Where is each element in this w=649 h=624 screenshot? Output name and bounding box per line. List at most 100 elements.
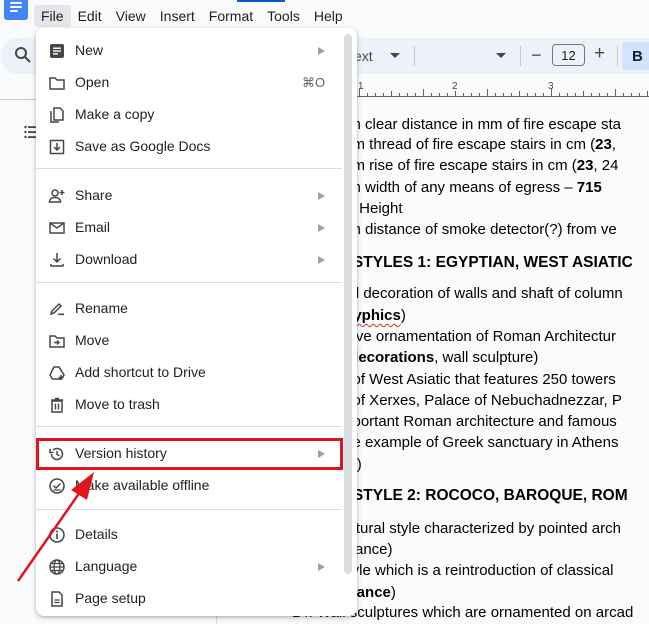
document-line[interactable]: e of Xerxes, Palace of Nebuchadnezzar, P <box>340 391 622 411</box>
menu-item-make-copy[interactable]: Make a copy <box>36 99 336 131</box>
menu-item-add-shortcut[interactable]: Add shortcut to Drive <box>36 357 336 389</box>
menu-item-version-history[interactable]: Version history <box>36 438 336 470</box>
text-run: ) <box>356 456 362 473</box>
text-run: ıum thread of fire escape stairs in cm ( <box>340 136 596 153</box>
text-run: e of Xerxes, Palace of Nebuchadnezzar, P <box>340 392 622 409</box>
person-add-icon <box>48 189 65 203</box>
document-line[interactable]: › decorations, wall sculpture) <box>340 348 538 368</box>
menu-separator <box>36 282 342 283</box>
text-run: mportant Roman architecture and famous <box>340 413 617 430</box>
folder-icon <box>49 77 65 90</box>
menu-item-label: New <box>75 42 104 58</box>
text-run: ) <box>400 307 406 324</box>
menu-item-email[interactable]: Email <box>36 212 336 244</box>
menu-item-language[interactable]: Language <box>36 551 336 583</box>
history-icon <box>49 447 64 461</box>
trash-icon <box>51 397 63 413</box>
document-line[interactable]: ıum rise of fire escape stairs in cm (23… <box>340 156 618 176</box>
text-run: _ STYLES 1: EGYPTIAN, WEST ASIATIC <box>340 254 633 271</box>
menu-item-label: Share <box>75 187 113 203</box>
text-run: _ STYLE 2: ROCOCO, BAROQUE, ROM <box>340 487 628 504</box>
menu-item-share[interactable]: Share <box>36 180 336 212</box>
submenu-arrow-icon <box>318 192 325 200</box>
text-run: , wall sculpture) <box>434 349 539 366</box>
menu-scrollbar[interactable] <box>344 34 352 574</box>
menu-item-label: Move to trash <box>75 396 160 412</box>
submenu-arrow-icon <box>318 450 325 458</box>
document-heading[interactable]: _ STYLE 2: ROCOCO, BAROQUE, ROM <box>340 486 628 506</box>
menu-item-rename[interactable]: Rename <box>36 293 336 325</box>
document-line[interactable]: e of West Asiatic that features 250 towe… <box>340 370 616 390</box>
text-run: ectural style characterized by pointed a… <box>340 520 621 537</box>
shortcut-hint: ⌘O <box>302 75 326 90</box>
text-run: ɔal decoration of walls and shaft of col… <box>340 285 623 302</box>
file-menu: New Open ⌘O Make a copy Save as Google D… <box>36 28 357 616</box>
document-line[interactable]: um width of any means of egress – 715 <box>340 178 602 198</box>
text-run: , <box>611 136 616 153</box>
menu-item-page-setup[interactable]: Page setup <box>36 583 336 615</box>
menu-item-save-as-google-docs[interactable]: Save as Google Docs <box>36 131 336 163</box>
menu-separator <box>36 168 342 169</box>
menu-item-download[interactable]: Download <box>36 244 336 276</box>
menu-item-label: Version history <box>75 445 167 461</box>
document-line[interactable]: ative ornamentation of Roman Architectur <box>340 327 616 347</box>
download-icon <box>50 253 64 267</box>
menu-item-open[interactable]: Open ⌘O <box>36 67 336 99</box>
globe-icon <box>49 559 65 575</box>
menu-item-move[interactable]: Move <box>36 325 336 357</box>
document-heading[interactable]: _ STYLES 1: EGYPTIAN, WEST ASIATIC <box>340 253 633 273</box>
document-line[interactable]: ıum thread of fire escape stairs in cm (… <box>340 135 616 155</box>
rename-pencil-icon <box>49 302 64 316</box>
text-run: 23 <box>576 157 594 174</box>
menu-item-label: Move <box>75 332 110 348</box>
text-run: ıum rise of fire escape stairs in cm ( <box>340 157 577 174</box>
submenu-arrow-icon <box>318 224 325 232</box>
submenu-arrow-icon <box>318 47 325 55</box>
menu-item-move-to-trash[interactable]: Move to trash <box>36 389 336 421</box>
submenu-arrow-icon <box>318 563 325 571</box>
menu-item-label: Language <box>75 558 138 574</box>
text-run: 23 <box>595 136 612 153</box>
text-run: ative ornamentation of Roman Architectur <box>340 328 616 345</box>
menu-item-label: Open <box>75 74 110 90</box>
text-run: e of West Asiatic that features 250 towe… <box>340 371 616 388</box>
document-line[interactable]: ectural style characterized by pointed a… <box>340 519 621 539</box>
text-run: ) <box>390 584 396 601</box>
menu-item-make-available-offline[interactable]: Make available offline <box>36 470 336 502</box>
text-run: 715 <box>576 179 602 196</box>
menu-separator <box>36 426 342 427</box>
text-run: , 24 <box>593 157 619 174</box>
menu-item-new[interactable]: New <box>36 35 336 67</box>
text-run: um distance of smoke detector(?) from ve <box>340 221 617 238</box>
doc-icon <box>50 44 64 58</box>
save-download-icon <box>49 139 65 155</box>
text-run: um width of any means of egress – <box>340 179 577 196</box>
offline-check-icon <box>49 478 65 494</box>
menu-item-label: Page setup <box>75 590 146 606</box>
document-line[interactable]: mportant Roman architecture and famous <box>340 412 617 432</box>
menu-item-label: Make available offline <box>75 477 210 493</box>
menu-item-label: Add shortcut to Drive <box>75 364 206 380</box>
menu-item-label: Download <box>75 251 138 267</box>
menu-item-label: Save as Google Docs <box>75 138 211 154</box>
text-run: me example of Greek sanctuary in Athens <box>340 434 619 451</box>
menu-item-label: Rename <box>75 300 128 316</box>
document-line[interactable]: um clear distance in mm of fire escape s… <box>340 115 621 135</box>
page-icon <box>51 591 63 607</box>
drive-shortcut-icon <box>49 366 65 380</box>
menu-separator <box>36 509 342 510</box>
menu-item-label: Details <box>75 526 118 542</box>
text-run: um clear distance in mm of fire escape s… <box>340 116 621 133</box>
document-line[interactable]: style which is a reintroduction of class… <box>340 561 613 581</box>
document-line[interactable]: me example of Greek sanctuary in Athens <box>340 433 618 453</box>
mail-icon <box>49 222 65 234</box>
document-line[interactable]: um distance of smoke detector(?) from ve <box>340 220 617 240</box>
submenu-arrow-icon <box>318 256 325 264</box>
copy-icon <box>50 107 64 123</box>
info-icon <box>49 527 65 543</box>
document-line[interactable]: ɔal decoration of walls and shaft of col… <box>340 284 623 304</box>
menu-item-label: Email <box>75 219 111 235</box>
menu-item-label: Make a copy <box>75 106 155 122</box>
text-run: style which is a reintroduction of class… <box>340 562 614 579</box>
menu-item-details[interactable]: Details <box>36 519 336 551</box>
